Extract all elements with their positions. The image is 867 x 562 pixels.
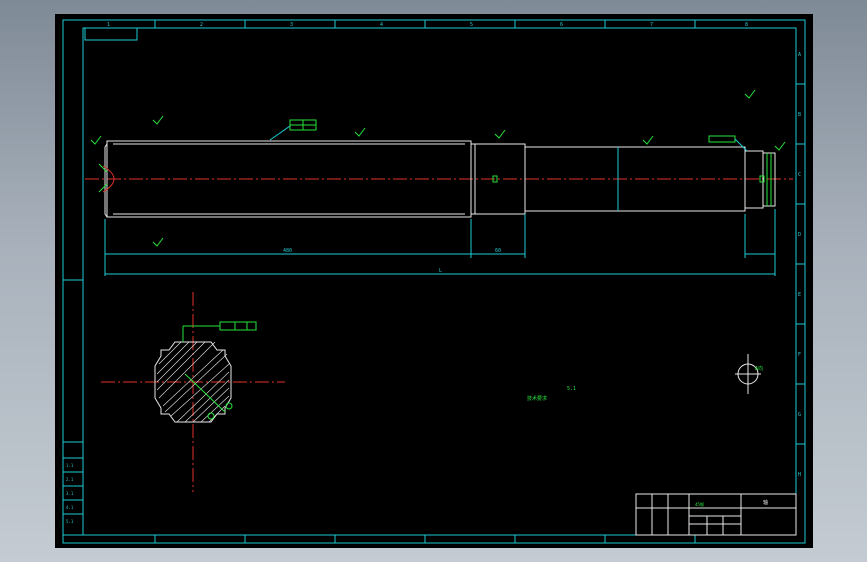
- drawing-title: 轴: [763, 499, 768, 506]
- drawing-canvas: 1 2 3 4 5 6 7 8 A B C D E F G H 480 60 L…: [62, 19, 806, 544]
- zone-label-top: 7: [650, 22, 653, 28]
- dimension-lines: [104, 209, 776, 276]
- zone-label-side: E: [798, 292, 801, 298]
- roughness-marks: [90, 89, 786, 247]
- zone-label-top: 5: [470, 22, 473, 28]
- zone-label-side: A: [798, 52, 801, 58]
- side-zone-ticks: [796, 83, 805, 445]
- zone-label-top: 1: [107, 22, 110, 28]
- title-block[interactable]: 轴 45钢: [635, 493, 797, 536]
- zone-label-top: 2: [200, 22, 203, 28]
- section-leader: [184, 373, 226, 413]
- zone-label-top: 4: [380, 22, 383, 28]
- inner-frame: [82, 27, 797, 536]
- material-label: 45钢: [695, 501, 704, 507]
- revision-row: 1.1: [66, 463, 74, 468]
- revision-row: 3.1: [66, 491, 74, 496]
- revision-row: 5.1: [66, 519, 74, 524]
- zone-label-side: F: [798, 352, 801, 358]
- revision-table[interactable]: 1.1 2.1 3.1 4.1 5.1: [62, 441, 84, 536]
- shaft-cross-section[interactable]: [101, 292, 285, 492]
- zone-label-side: B: [798, 112, 801, 118]
- balloon-b[interactable]: [207, 412, 215, 420]
- revision-row: 2.1: [66, 477, 74, 482]
- drawing-viewport[interactable]: 1 2 3 4 5 6 7 8 A B C D E F G H 480 60 L…: [55, 14, 813, 548]
- zone-label-top: 6: [560, 22, 563, 28]
- zone-label-side: C: [798, 172, 801, 178]
- top-zone-ticks: [154, 20, 696, 543]
- technical-note-number[interactable]: 5.1: [567, 386, 576, 392]
- top-left-box: [84, 27, 138, 41]
- revision-row: 4.1: [66, 505, 74, 510]
- detail-view[interactable]: A向: [735, 354, 763, 394]
- zone-label-side: H: [798, 472, 801, 478]
- zone-label-side: D: [798, 232, 801, 238]
- zone-label-top: 3: [290, 22, 293, 28]
- zone-label-side: G: [798, 412, 801, 418]
- outer-frame: [62, 19, 806, 544]
- balloon-a[interactable]: [225, 402, 233, 410]
- dimension-step-length[interactable]: 60: [495, 248, 501, 254]
- dimension-overall[interactable]: L: [439, 268, 442, 274]
- technical-note[interactable]: 技术要求: [527, 395, 547, 402]
- feature-control-frame-section[interactable]: [219, 321, 257, 331]
- feature-control-frame-right[interactable]: [708, 135, 736, 143]
- detail-label: A向: [755, 365, 763, 372]
- dimension-main-length[interactable]: 480: [283, 248, 292, 254]
- zone-label-top: 8: [745, 22, 748, 28]
